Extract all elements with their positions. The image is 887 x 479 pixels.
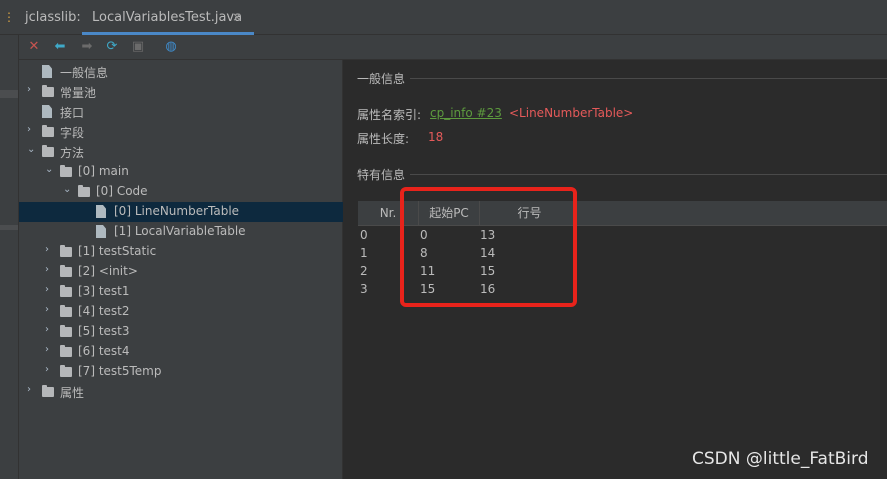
tree-node-label: [1] LocalVariableTable xyxy=(114,224,246,238)
back-icon[interactable]: ⬅ xyxy=(51,38,69,56)
folder-icon xyxy=(42,85,54,97)
forward-icon[interactable]: ➡ xyxy=(78,38,96,56)
tree-node-label: 属性 xyxy=(60,386,85,400)
tree-node-label: [0] LineNumberTable xyxy=(114,204,240,218)
general-info-title: 一般信息 xyxy=(357,72,406,86)
tree-node-label: [1] testStatic xyxy=(78,244,157,258)
tree-node[interactable]: › 字段 xyxy=(19,122,343,142)
table-cell: 3 xyxy=(360,282,368,296)
tree-node[interactable]: › [3] test1 xyxy=(19,282,343,302)
folder-icon xyxy=(60,305,72,317)
chevron-right-icon[interactable]: › xyxy=(45,364,55,375)
tree-node[interactable]: › [2] <init> xyxy=(19,262,343,282)
tool-window-name: jclasslib: xyxy=(25,10,81,25)
chevron-right-icon[interactable]: › xyxy=(45,284,55,295)
file-icon xyxy=(42,105,52,118)
gutter-marker xyxy=(0,90,18,98)
chevron-right-icon[interactable]: › xyxy=(45,304,55,315)
folder-icon xyxy=(60,345,72,357)
folder-icon xyxy=(60,245,72,257)
file-icon xyxy=(96,205,106,218)
tree-node[interactable]: [0] LineNumberTable xyxy=(19,202,343,222)
chevron-down-icon[interactable]: ⌄ xyxy=(27,144,37,155)
folder-icon xyxy=(78,185,90,197)
tree-node[interactable]: › [4] test2 xyxy=(19,302,343,322)
folder-icon xyxy=(60,325,72,337)
tree-node[interactable]: ⌄ 方法 xyxy=(19,142,343,162)
tree-node-label: 方法 xyxy=(60,146,85,160)
tree-node[interactable]: › [7] test5Temp xyxy=(19,362,343,382)
chevron-right-icon[interactable]: › xyxy=(45,344,55,355)
tree-node[interactable]: [1] LocalVariableTable xyxy=(19,222,343,242)
tree-node[interactable]: › [6] test4 xyxy=(19,342,343,362)
watermark: CSDN @little_FatBird xyxy=(692,449,869,469)
section-divider xyxy=(410,78,887,79)
chevron-right-icon[interactable]: › xyxy=(27,84,37,95)
tab-localvariablestest[interactable]: LocalVariablesTest.java × xyxy=(82,0,254,35)
table-cell: 1 xyxy=(360,246,368,260)
tree-node[interactable]: ⌄ [0] Code xyxy=(19,182,343,202)
chevron-right-icon[interactable]: › xyxy=(45,244,55,255)
tree-node-label: [6] test4 xyxy=(78,344,130,358)
panel-menu-icon[interactable]: ⋮ xyxy=(3,10,15,24)
tab-title: LocalVariablesTest.java xyxy=(92,10,243,25)
name-index-label: 属性名索引: xyxy=(357,108,422,122)
tree-node[interactable]: › 属性 xyxy=(19,382,343,402)
chevron-right-icon[interactable]: › xyxy=(27,384,37,395)
tree-node-label: 接口 xyxy=(60,106,85,120)
file-icon xyxy=(96,225,106,238)
tree-node-label: [7] test5Temp xyxy=(78,364,162,378)
tree-node[interactable]: ⌄ [0] main xyxy=(19,162,343,182)
chevron-down-icon[interactable]: ⌄ xyxy=(45,164,55,175)
save-icon[interactable]: ▣ xyxy=(129,38,147,56)
tree-node[interactable]: 一般信息 xyxy=(19,62,343,82)
folder-icon xyxy=(60,165,72,177)
tree-node-label: [4] test2 xyxy=(78,304,130,318)
tree-node-label: 常量池 xyxy=(60,86,97,100)
tree-node-label: [0] Code xyxy=(96,184,148,198)
chevron-down-icon[interactable]: ⌄ xyxy=(63,184,73,195)
gutter-marker xyxy=(0,225,18,230)
tree-node[interactable]: 接口 xyxy=(19,102,343,122)
table-cell: 0 xyxy=(360,228,368,242)
tree-node[interactable]: › [5] test3 xyxy=(19,322,343,342)
folder-icon xyxy=(42,125,54,137)
browser-icon[interactable]: ◍ xyxy=(162,38,180,56)
cp-info-link[interactable]: cp_info #23 xyxy=(430,106,502,120)
tree-node-label: [0] main xyxy=(78,164,129,178)
attribute-length-value: 18 xyxy=(428,130,444,144)
folder-icon xyxy=(60,265,72,277)
folder-icon xyxy=(42,145,54,157)
toolbar: ✕ ⬅ ➡ ⟳ ▣ ◍ xyxy=(19,35,887,60)
tree-node[interactable]: › [1] testStatic xyxy=(19,242,343,262)
tree-node-label: [5] test3 xyxy=(78,324,130,338)
tree-node-label: 一般信息 xyxy=(60,66,109,80)
refresh-icon[interactable]: ⟳ xyxy=(103,38,121,56)
tree-node[interactable]: › 常量池 xyxy=(19,82,343,102)
file-icon xyxy=(42,65,52,78)
chevron-right-icon[interactable]: › xyxy=(45,264,55,275)
attribute-length-label: 属性长度: xyxy=(357,132,410,146)
class-structure-tree: 一般信息 › 常量池接口 › 字段 ⌄ 方法 ⌄ [0] main ⌄ [0] Code [0] Li… xyxy=(19,60,343,479)
folder-icon xyxy=(42,385,54,397)
tree-node-label: 字段 xyxy=(60,126,85,140)
left-gutter xyxy=(0,35,19,479)
folder-icon xyxy=(60,285,72,297)
folder-icon xyxy=(60,365,72,377)
attribute-name-value: <LineNumberTable> xyxy=(509,106,634,120)
specific-info-title: 特有信息 xyxy=(357,168,406,182)
tree-node-label: [2] <init> xyxy=(78,264,138,278)
section-divider xyxy=(410,174,887,175)
close-icon[interactable]: ✕ xyxy=(25,38,43,56)
tab-bar: ⋮ jclasslib: LocalVariablesTest.java × xyxy=(0,0,887,35)
tab-close-icon[interactable]: × xyxy=(232,10,242,24)
tree-node-label: [3] test1 xyxy=(78,284,130,298)
table-cell: 2 xyxy=(360,264,368,278)
highlight-annotation xyxy=(400,187,577,307)
chevron-right-icon[interactable]: › xyxy=(27,124,37,135)
chevron-right-icon[interactable]: › xyxy=(45,324,55,335)
